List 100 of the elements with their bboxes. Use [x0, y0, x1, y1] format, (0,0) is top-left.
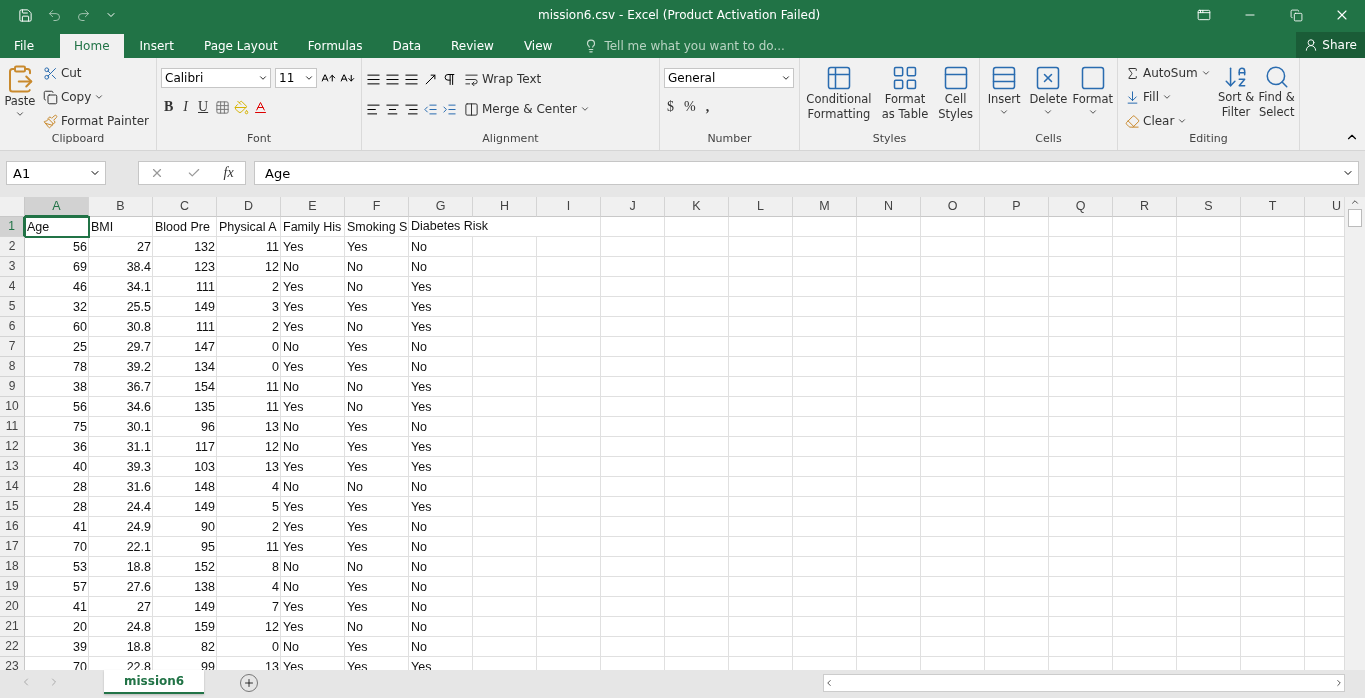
fill-button[interactable]: Fill	[1122, 86, 1214, 108]
row-header[interactable]: 17	[0, 536, 25, 557]
ribbon-tab[interactable]: Review	[437, 34, 508, 58]
column-header[interactable]: O	[921, 196, 985, 217]
column-header[interactable]: P	[985, 196, 1049, 217]
column-header[interactable]: J	[601, 196, 665, 217]
column-header[interactable]: C	[153, 196, 217, 217]
column-header[interactable]: B	[89, 196, 153, 217]
column-header[interactable]: L	[729, 196, 793, 217]
ribbon-tab[interactable]: Data	[378, 34, 436, 58]
row-header[interactable]: 20	[0, 596, 25, 617]
row-header[interactable]: 16	[0, 516, 25, 537]
enter-icon[interactable]	[186, 166, 201, 180]
comma-button[interactable]: ,	[702, 96, 713, 118]
ribbon-tab[interactable]: Insert	[125, 34, 188, 58]
undo-icon[interactable]	[47, 7, 62, 23]
decrease-indent-icon[interactable]	[423, 101, 438, 117]
clear-button[interactable]: Clear	[1122, 110, 1214, 132]
row-header[interactable]: 12	[0, 436, 25, 457]
middle-align-icon[interactable]	[385, 71, 400, 87]
row-header[interactable]: 6	[0, 316, 25, 337]
fill-color-icon[interactable]	[234, 99, 250, 115]
column-header[interactable]: I	[537, 196, 601, 217]
ribbon-tab[interactable]: Formulas	[293, 34, 377, 58]
row-header[interactable]: 15	[0, 496, 25, 517]
ribbon-tab[interactable]: View	[509, 34, 567, 58]
bottom-align-icon[interactable]	[404, 71, 419, 87]
cut-button[interactable]: Cut	[39, 62, 152, 84]
row-header[interactable]: 11	[0, 416, 25, 437]
insert-function-button[interactable]: fx	[223, 165, 234, 181]
increase-indent-icon[interactable]	[442, 101, 457, 117]
row-header[interactable]: 5	[0, 296, 25, 317]
bold-button[interactable]: B	[161, 96, 177, 118]
align-left-icon[interactable]	[366, 101, 381, 117]
row-header[interactable]: 22	[0, 636, 25, 657]
merge-center-button[interactable]: Merge & Center	[461, 98, 593, 120]
column-header[interactable]: T	[1241, 196, 1305, 217]
font-size-field[interactable]: 11	[275, 68, 317, 88]
currency-button[interactable]: $	[664, 96, 677, 118]
orientation-icon[interactable]	[423, 71, 438, 87]
row-header[interactable]: 10	[0, 396, 25, 417]
align-center-icon[interactable]	[385, 101, 400, 117]
column-header[interactable]: R	[1113, 196, 1177, 217]
styles-button[interactable]: Cell Styles	[936, 62, 975, 132]
font-color-icon[interactable]	[253, 99, 269, 115]
sheet-tab[interactable]: mission6	[104, 670, 205, 695]
file-tab[interactable]: File	[0, 34, 49, 58]
autosum-button[interactable]: AutoSum	[1122, 62, 1214, 84]
name-box[interactable]: A1	[6, 161, 106, 185]
top-align-icon[interactable]	[366, 71, 381, 87]
redo-icon[interactable]	[76, 7, 91, 23]
scroll-thumb[interactable]	[1348, 208, 1362, 227]
ribbon-tab[interactable]: Page Layout	[189, 34, 292, 58]
styles-button[interactable]: Conditional Formatting	[804, 62, 874, 132]
cells-button[interactable]: Delete	[1028, 62, 1069, 132]
column-header[interactable]: N	[857, 196, 921, 217]
number-format-field[interactable]: General	[664, 68, 794, 88]
underline-button[interactable]: U	[195, 96, 212, 118]
borders-icon[interactable]	[215, 99, 231, 115]
column-header[interactable]: G	[409, 196, 473, 217]
row-header[interactable]: 14	[0, 476, 25, 497]
save-icon[interactable]	[18, 7, 33, 23]
column-header[interactable]: H	[473, 196, 537, 217]
pilcrow-icon[interactable]	[442, 71, 457, 87]
copy-button[interactable]: Copy	[39, 86, 152, 108]
editing-button[interactable]: Find & Select	[1258, 62, 1295, 132]
tell-me-field[interactable]: Tell me what you want to do...	[602, 38, 827, 54]
share-button[interactable]: Share	[1296, 32, 1365, 58]
horizontal-scrollbar[interactable]	[823, 674, 1345, 693]
cells-button[interactable]: Insert	[984, 62, 1025, 132]
column-header[interactable]: F	[345, 196, 409, 217]
format-painter-button[interactable]: Format Painter	[39, 110, 152, 132]
font-name-field[interactable]: Calibri	[161, 68, 271, 88]
cells-button[interactable]: Format	[1072, 62, 1113, 132]
ribbon-tab[interactable]: Home	[60, 34, 124, 58]
styles-button[interactable]: Format as Table	[877, 62, 933, 132]
row-header[interactable]: 2	[0, 236, 25, 257]
wrap-text-button[interactable]: Wrap Text	[461, 68, 545, 90]
column-header[interactable]: U	[1305, 196, 1344, 217]
paste-button[interactable]: Paste	[4, 62, 36, 132]
row-header[interactable]: 7	[0, 336, 25, 357]
row-header[interactable]: 18	[0, 556, 25, 577]
row-header[interactable]: 9	[0, 376, 25, 397]
row-header[interactable]: 8	[0, 356, 25, 377]
column-header[interactable]: S	[1177, 196, 1241, 217]
row-header[interactable]: 21	[0, 616, 25, 637]
percent-button[interactable]: %	[681, 96, 699, 118]
column-header[interactable]: A	[25, 196, 89, 217]
editing-button[interactable]: Sort & Filter	[1217, 62, 1255, 132]
row-header[interactable]: 13	[0, 456, 25, 477]
formula-field[interactable]: Age	[254, 161, 1359, 185]
vertical-scrollbar[interactable]	[1344, 196, 1365, 671]
row-header[interactable]: 4	[0, 276, 25, 297]
column-header[interactable]: K	[665, 196, 729, 217]
align-right-icon[interactable]	[404, 101, 419, 117]
column-header[interactable]: E	[281, 196, 345, 217]
column-header[interactable]: Q	[1049, 196, 1113, 217]
italic-button[interactable]: I	[180, 96, 191, 118]
column-header[interactable]: D	[217, 196, 281, 217]
row-header[interactable]: 3	[0, 256, 25, 277]
